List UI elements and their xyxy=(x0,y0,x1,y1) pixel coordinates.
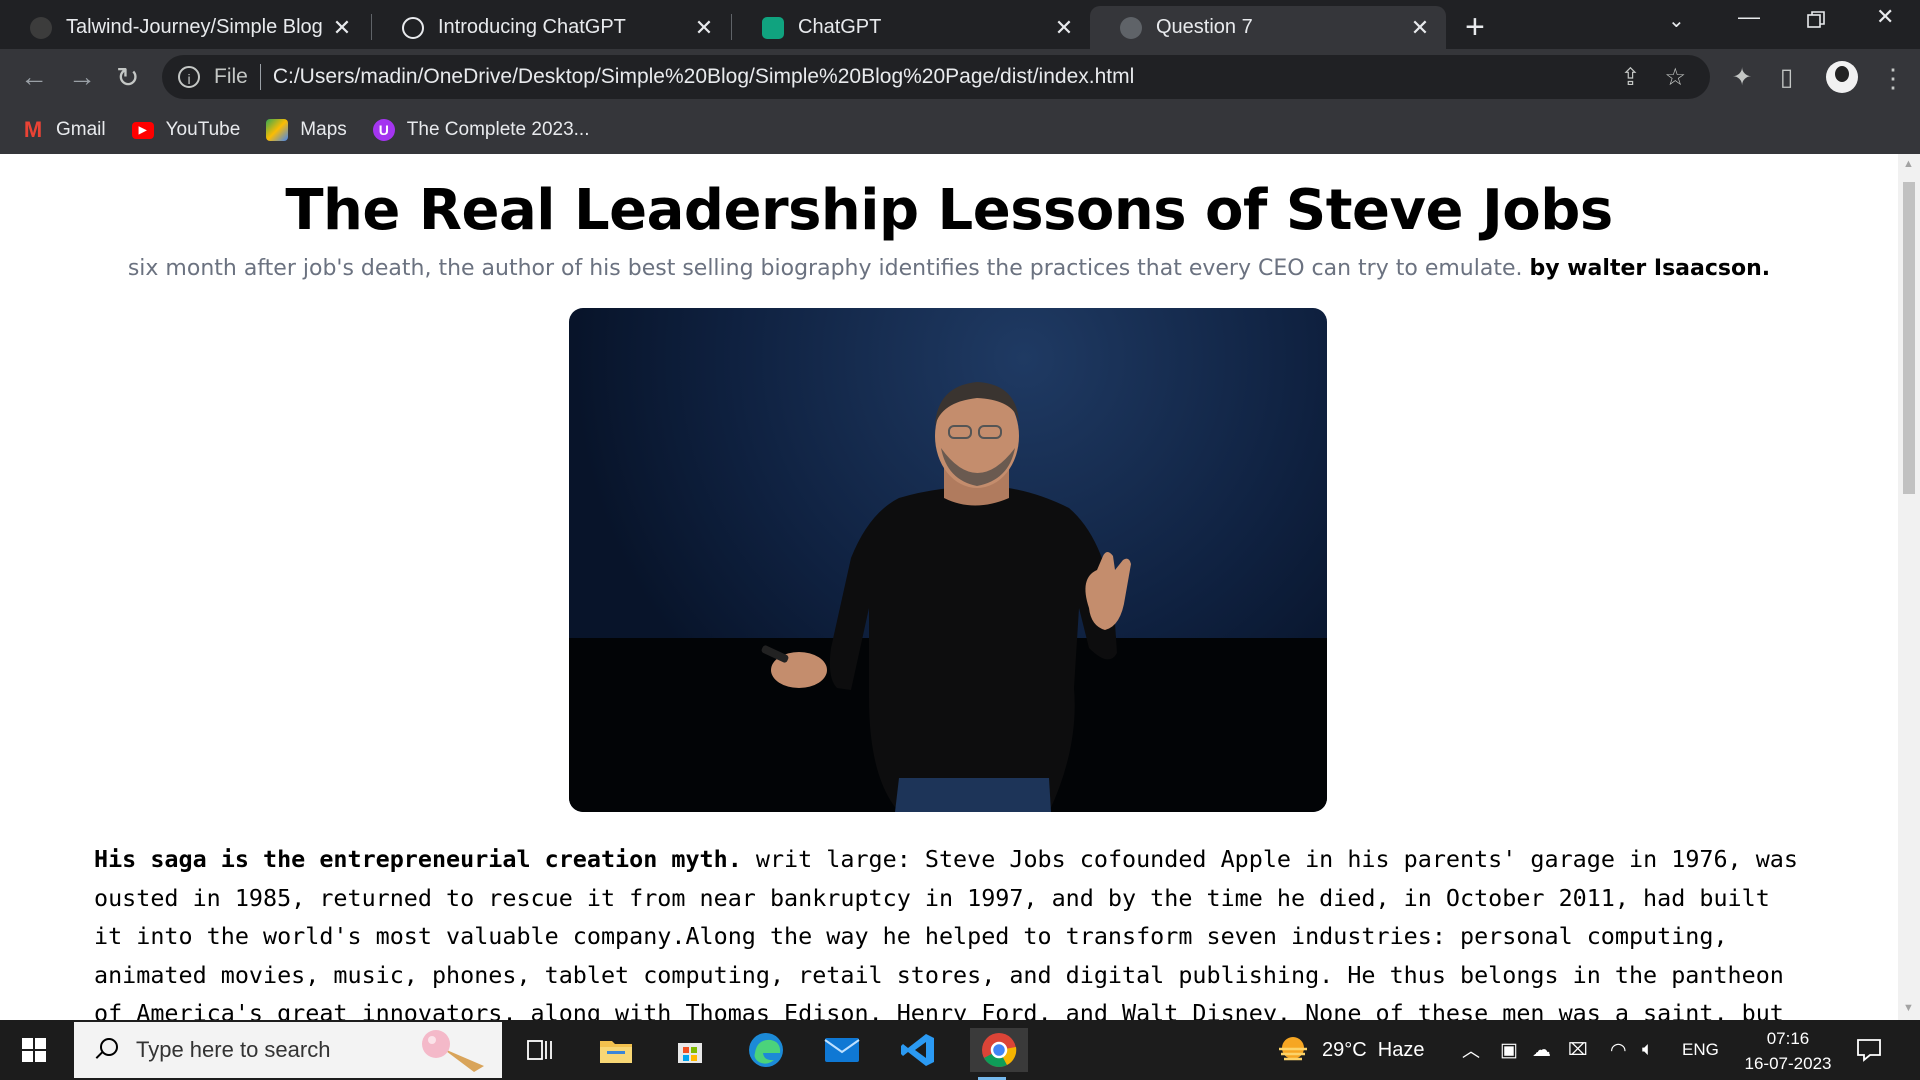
bookmark-label: Gmail xyxy=(56,119,106,140)
browser-toolbar: ← → ↻ i File C:/Users/madin/OneDrive/Des… xyxy=(0,49,1920,106)
new-tab-button[interactable]: + xyxy=(1465,8,1485,47)
language-indicator[interactable]: ENG xyxy=(1682,1020,1719,1080)
author-byline: by walter Isaacson. xyxy=(1529,256,1771,281)
bookmark-gmail[interactable]: M Gmail xyxy=(22,117,106,142)
gmail-icon: M xyxy=(23,117,43,142)
taskbar-search-box[interactable]: Type here to search xyxy=(74,1022,502,1078)
github-icon xyxy=(30,16,52,39)
task-view-icon[interactable] xyxy=(518,1028,562,1072)
tab-title: Introducing ChatGPT xyxy=(438,16,626,38)
onedrive-icon[interactable]: ☁ xyxy=(1532,1020,1551,1080)
close-icon[interactable]: ✕ xyxy=(1052,15,1076,41)
scheme-label: File xyxy=(214,65,248,88)
volume-icon[interactable]: 🔈︎ xyxy=(1642,1020,1653,1080)
taskbar-clock[interactable]: 07:16 16-07-2023 xyxy=(1728,1026,1848,1076)
clock-date: 16-07-2023 xyxy=(1744,1054,1832,1073)
subtitle-text: six month after job's death, the author … xyxy=(127,256,1523,281)
bookmarks-bar: M Gmail ▶ YouTube Maps U The Complete 20… xyxy=(0,106,1920,154)
weather-haze-icon xyxy=(1276,1035,1310,1065)
article-subtitle: six month after job's death, the author … xyxy=(0,256,1898,281)
bookmark-star-icon[interactable]: ☆ xyxy=(1664,63,1686,92)
chrome-taskbar-icon[interactable] xyxy=(970,1028,1028,1080)
tab-chatgpt[interactable]: ChatGPT ✕ xyxy=(732,6,1090,49)
notifications-icon[interactable] xyxy=(1856,1020,1882,1080)
bookmark-maps[interactable]: Maps xyxy=(266,119,347,141)
close-icon[interactable]: ✕ xyxy=(330,15,354,41)
battery-icon[interactable]: ⌧ xyxy=(1568,1020,1588,1080)
clock-time: 07:16 xyxy=(1766,1029,1810,1048)
article-lead: His saga is the entrepreneurial creation… xyxy=(94,845,742,873)
tab-title: Question 7 xyxy=(1156,16,1253,38)
side-panel-icon[interactable]: ▯ xyxy=(1780,63,1793,92)
bookmark-label: The Complete 2023... xyxy=(406,119,590,140)
wifi-icon[interactable]: ◠ xyxy=(1610,1020,1627,1080)
search-placeholder: Type here to search xyxy=(136,1037,331,1062)
restore-button[interactable] xyxy=(1806,10,1826,36)
search-icon xyxy=(94,1038,118,1062)
tab-github[interactable]: Talwind-Journey/Simple Blog Pag ✕ xyxy=(0,6,368,49)
openai-icon xyxy=(402,16,424,39)
tab-title: ChatGPT xyxy=(798,16,882,38)
tab-introducing-chatgpt[interactable]: Introducing ChatGPT ✕ xyxy=(372,6,730,49)
bookmark-youtube[interactable]: ▶ YouTube xyxy=(131,119,241,141)
page-scrollbar[interactable]: ▲ ▼ xyxy=(1898,154,1920,1020)
vscode-icon[interactable] xyxy=(896,1028,940,1072)
tab-question-7[interactable]: Question 7 ✕ xyxy=(1090,6,1446,49)
bookmark-label: YouTube xyxy=(165,119,241,140)
edge-icon[interactable] xyxy=(744,1028,788,1072)
extensions-icon[interactable]: ✦ xyxy=(1732,63,1752,92)
close-icon[interactable]: ✕ xyxy=(1408,15,1432,41)
address-divider xyxy=(259,64,261,90)
weather-widget[interactable]: 29°C Haze xyxy=(1276,1020,1425,1080)
minimize-button[interactable]: — xyxy=(1738,4,1760,30)
udemy-icon: U xyxy=(372,119,395,141)
scroll-thumb[interactable] xyxy=(1903,182,1915,494)
weather-text: 29°C Haze xyxy=(1322,1038,1425,1061)
windows-taskbar: Type here to search 29°C Haze ︿ ▣ ☁ ⌧ ◠ … xyxy=(0,1020,1920,1080)
close-window-button[interactable]: ✕ xyxy=(1876,4,1894,30)
chevron-up-icon[interactable]: ︿ xyxy=(1462,1020,1480,1080)
file-explorer-icon[interactable] xyxy=(594,1028,638,1072)
address-bar[interactable]: i File C:/Users/madin/OneDrive/Desktop/S… xyxy=(162,55,1710,99)
globe-icon xyxy=(1120,16,1142,39)
mail-icon[interactable] xyxy=(820,1028,864,1072)
back-icon[interactable]: ← xyxy=(20,61,48,93)
tab-search-icon[interactable]: ⌄ xyxy=(1668,8,1685,33)
article-body: His saga is the entrepreneurial creation… xyxy=(94,840,1804,1020)
scroll-down-icon[interactable]: ▼ xyxy=(1903,1002,1914,1014)
bookmark-udemy[interactable]: U The Complete 2023... xyxy=(372,119,590,141)
share-icon[interactable]: ⇪ xyxy=(1620,63,1640,92)
hero-image xyxy=(569,308,1327,812)
reload-icon[interactable]: ↻ xyxy=(116,61,139,94)
tab-strip: Talwind-Journey/Simple Blog Pag ✕ Introd… xyxy=(0,0,1920,49)
tab-title: Talwind-Journey/Simple Blog Pag xyxy=(66,16,330,38)
page-title: The Real Leadership Lessons of Steve Job… xyxy=(285,178,1613,243)
url-text[interactable]: C:/Users/madin/OneDrive/Desktop/Simple%2… xyxy=(273,65,1621,89)
close-icon[interactable]: ✕ xyxy=(692,15,716,41)
scroll-up-icon[interactable]: ▲ xyxy=(1903,158,1914,170)
youtube-icon: ▶ xyxy=(131,121,154,139)
bookmark-label: Maps xyxy=(300,119,347,140)
forward-icon[interactable]: → xyxy=(68,61,96,93)
page-content: The Real Leadership Lessons of Steve Job… xyxy=(0,154,1898,1020)
speaker-figure xyxy=(761,382,1131,812)
maps-icon xyxy=(266,119,289,141)
microsoft-store-icon[interactable] xyxy=(668,1028,712,1072)
info-icon[interactable]: i xyxy=(178,66,200,88)
chatgpt-icon xyxy=(762,16,784,39)
avatar[interactable] xyxy=(1826,61,1858,93)
menu-icon[interactable]: ⋮ xyxy=(1880,63,1906,94)
ice-cream-icon xyxy=(412,1026,492,1074)
meet-now-icon[interactable]: ▣ xyxy=(1500,1020,1518,1080)
